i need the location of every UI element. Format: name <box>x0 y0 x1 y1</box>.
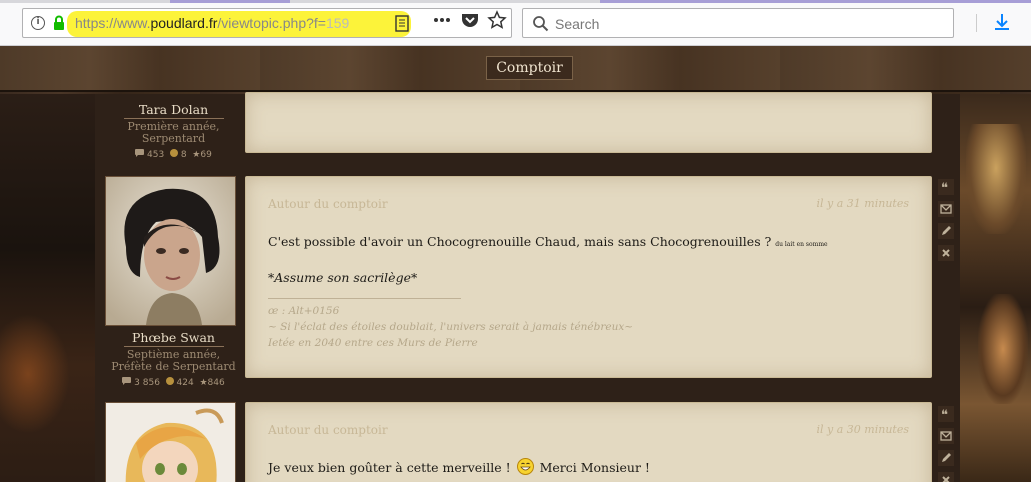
post-body-emphasis: *Assume son sacrilège* <box>268 270 418 285</box>
svg-text:❝: ❝ <box>941 181 948 195</box>
url-tail: 159 <box>325 15 350 31</box>
post-actions: ❝ <box>938 179 956 267</box>
post-date: il y a 30 minutes <box>816 423 910 436</box>
url-path: /viewtopic.php?f= <box>217 15 326 31</box>
stars-count: 69 <box>200 150 212 160</box>
galleons-count: 8 <box>180 150 187 160</box>
post-actions: ❝ <box>938 406 956 482</box>
forum-header: Comptoir <box>0 46 1031 92</box>
background-right-artwork <box>960 94 1031 482</box>
toolbar-separator <box>976 14 977 32</box>
post-date: il y a 31 minutes <box>816 197 910 210</box>
delete-icon[interactable] <box>938 245 954 261</box>
author-stats: 3 856 424 ★846 <box>105 377 242 388</box>
post-message <box>245 92 932 153</box>
tab-indicator <box>600 0 1031 3</box>
private-message-icon[interactable] <box>938 201 954 217</box>
browser-toolbar: i https://www.poudlard.fr/viewtopic.php?… <box>0 0 1031 46</box>
post-body: Je veux bien goûter à cette merveille ! … <box>268 458 650 475</box>
avatar-portrait <box>106 403 235 482</box>
url-host: poudlard.fr <box>150 15 218 31</box>
messages-icon <box>135 149 145 160</box>
url-text[interactable]: https://www.poudlard.fr/viewtopic.php?f=… <box>75 15 349 31</box>
delete-icon[interactable] <box>938 472 954 482</box>
post-message: Autour du comptoir il y a 30 minutes Je … <box>245 402 932 482</box>
post-author-block: Tara Dolan Première année, Serpentard 45… <box>105 102 242 160</box>
author-avatar <box>105 176 236 326</box>
svg-text:❝: ❝ <box>941 408 948 422</box>
pocket-icon[interactable] <box>460 10 480 30</box>
topic-posts: Tara Dolan Première année, Serpentard 45… <box>95 92 960 482</box>
signature-line: œ : Alt+0156 <box>268 305 340 317</box>
messages-count: 453 <box>147 150 165 160</box>
author-stats: 453 8 ★69 <box>105 149 242 160</box>
quote-icon[interactable]: ❝ <box>938 179 954 195</box>
signature-divider <box>268 298 461 299</box>
grin-smiley-icon <box>516 458 534 475</box>
tab-strip <box>0 0 1031 3</box>
galleons-count: 424 <box>176 378 194 388</box>
search-icon <box>533 16 549 32</box>
stars-count: 846 <box>207 378 225 388</box>
author-divider <box>123 346 224 347</box>
author-rank: Première année, Serpentard <box>127 120 220 145</box>
section-title-button[interactable]: Comptoir <box>486 56 573 80</box>
background-left-artwork <box>0 94 95 482</box>
post-text: Je veux bien goûter à cette merveille ! <box>268 460 511 475</box>
messages-count: 3 856 <box>134 378 160 388</box>
signature-line: Ietée en 2040 entre ces Murs de Pierre <box>268 337 478 349</box>
galleon-icon <box>169 149 178 160</box>
private-message-icon[interactable] <box>938 428 954 444</box>
bookmark-star-icon[interactable] <box>487 10 507 30</box>
search-placeholder: Search <box>555 16 600 32</box>
star-icon: ★ <box>199 377 208 388</box>
post-message: Autour du comptoir il y a 31 minutes C'e… <box>245 176 932 378</box>
post-title[interactable]: Autour du comptoir <box>268 423 388 437</box>
author-divider <box>123 118 224 119</box>
post-text: C'est possible d'avoir un Chocogrenouill… <box>268 234 772 249</box>
search-bar[interactable]: Search <box>522 8 954 38</box>
signature: œ : Alt+0156 ~ Si l'éclat des étoiles do… <box>268 303 633 351</box>
edit-icon[interactable] <box>938 223 954 239</box>
author-avatar <box>105 402 236 482</box>
galleon-icon <box>165 377 174 388</box>
lock-icon <box>54 15 64 30</box>
signature-line: ~ Si l'éclat des étoiles doublait, l'uni… <box>268 321 634 333</box>
info-icon[interactable]: i <box>31 16 45 30</box>
avatar-portrait <box>106 177 235 325</box>
post-text: Merci Monsieur ! <box>539 460 650 475</box>
post-title[interactable]: Autour du comptoir <box>268 197 388 211</box>
download-icon[interactable] <box>992 12 1012 32</box>
reader-view-icon[interactable] <box>395 15 409 32</box>
tab-indicator <box>170 0 290 3</box>
edit-icon[interactable] <box>938 450 954 466</box>
page-actions-icon[interactable] <box>432 10 452 30</box>
author-name[interactable]: Tara Dolan <box>105 102 242 117</box>
messages-icon <box>122 377 132 388</box>
post-author-block: Phœbe Swan Septième année, Préfète de Se… <box>105 330 242 388</box>
forum-page: Comptoir Tara Dolan Première année, Serp… <box>0 46 1031 482</box>
author-name[interactable]: Phœbe Swan <box>105 330 242 345</box>
url-prefix: https://www. <box>75 15 151 31</box>
author-rank: Septième année, Préfète de Serpentard <box>111 348 236 373</box>
post-body: C'est possible d'avoir un Chocogrenouill… <box>268 234 828 249</box>
post-small-text: du lait en somme <box>775 241 828 248</box>
quote-icon[interactable]: ❝ <box>938 406 954 422</box>
